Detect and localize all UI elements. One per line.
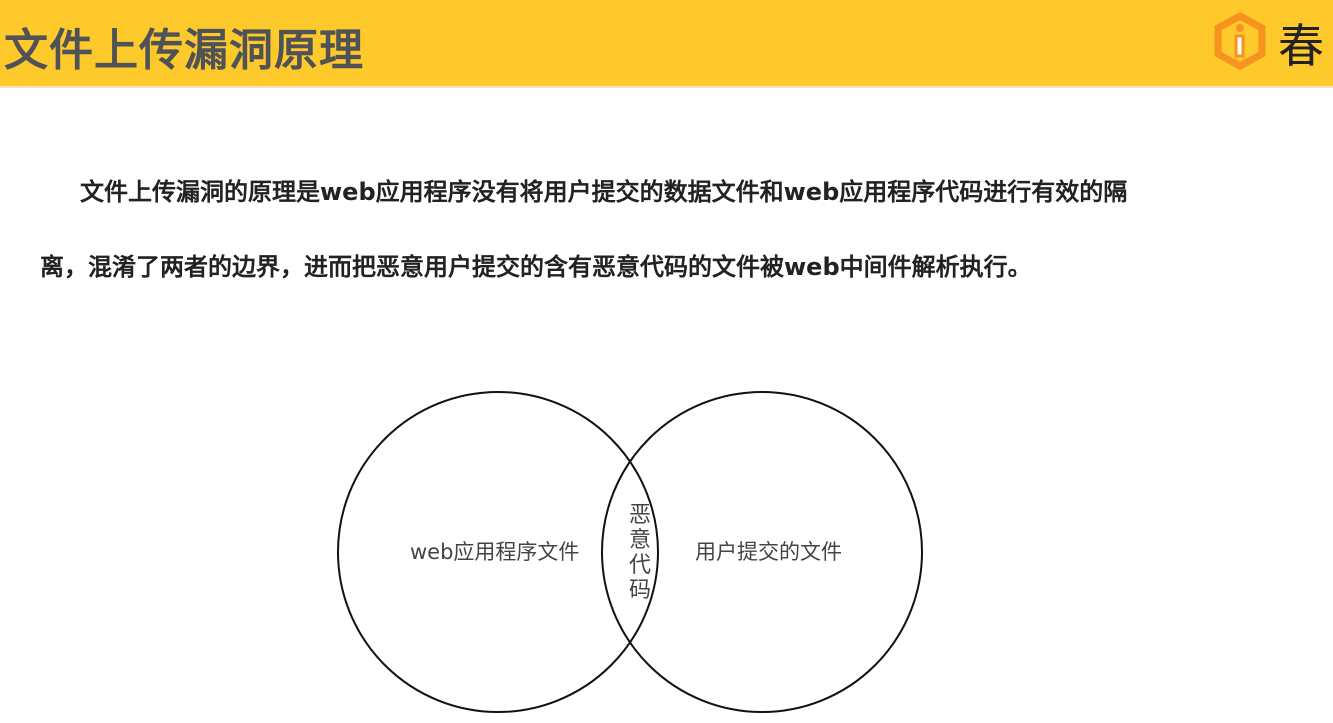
left-circle-label: web应用程序文件: [410, 540, 580, 564]
right-circle-label: 用户提交的文件: [695, 540, 842, 564]
venn-diagram: [337, 391, 923, 713]
overlap-label: 恶意代码: [628, 503, 651, 603]
